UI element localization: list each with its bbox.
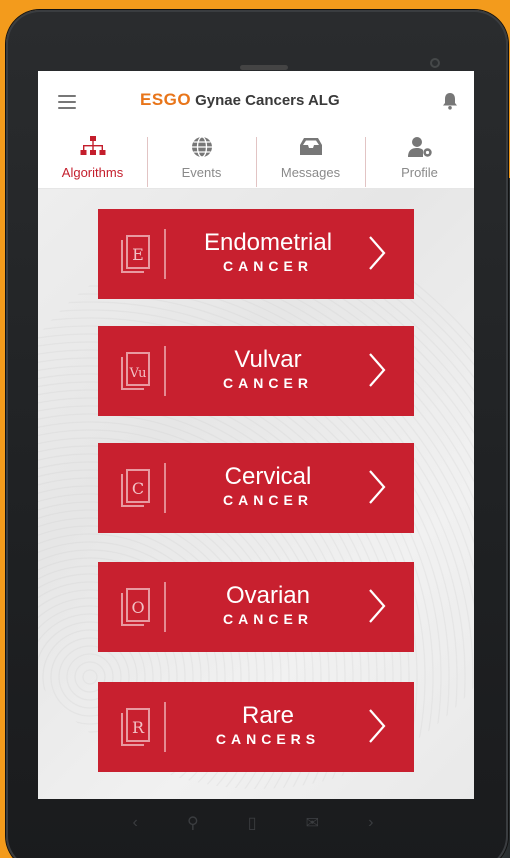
tab-events[interactable]: Events bbox=[147, 131, 256, 188]
chevron-right-icon bbox=[369, 589, 386, 623]
cancer-subtitle: CANCER bbox=[223, 492, 313, 508]
cancer-subtitle: CANCER bbox=[223, 611, 313, 627]
search-icon[interactable]: ⚲ bbox=[187, 813, 199, 833]
cancer-label: Endometrial CANCER bbox=[178, 229, 358, 275]
divider bbox=[164, 582, 166, 632]
globe-icon bbox=[191, 136, 212, 158]
hierarchy-icon bbox=[80, 136, 105, 155]
app-screen: ESGO Gynae Cancers ALG Algorithms Events… bbox=[38, 71, 474, 799]
home-icon[interactable]: ▯ bbox=[248, 813, 257, 833]
hamburger-menu-icon[interactable] bbox=[58, 95, 76, 109]
tab-label: Profile bbox=[401, 165, 438, 180]
bell-icon[interactable] bbox=[442, 92, 458, 110]
cancer-name: Ovarian bbox=[225, 582, 311, 609]
chevron-right-icon bbox=[369, 236, 386, 270]
mail-icon[interactable]: ✉ bbox=[306, 813, 319, 833]
svg-text:C: C bbox=[132, 479, 144, 498]
cancer-subtitle: CANCERS bbox=[215, 731, 321, 747]
tab-label: Events bbox=[181, 165, 222, 180]
divider bbox=[164, 229, 166, 279]
chevron-right-icon bbox=[369, 470, 386, 504]
device-navigation-bar: ‹ ⚲ ▯ ✉ › bbox=[108, 808, 398, 838]
svg-text:R: R bbox=[132, 718, 145, 737]
cancer-name: Endometrial bbox=[203, 229, 333, 256]
algorithm-list: E Endometrial CANCER Vu Vulvar CANCER C … bbox=[38, 189, 474, 799]
tab-messages[interactable]: Messages bbox=[256, 131, 365, 188]
app-brand: ESGO Gynae Cancers ALG bbox=[140, 90, 340, 114]
svg-text:O: O bbox=[131, 598, 144, 617]
cancer-label: Cervical CANCER bbox=[178, 463, 358, 509]
ovarian-cancer-button[interactable]: O Ovarian CANCER bbox=[98, 562, 414, 652]
speaker-grille bbox=[240, 65, 288, 70]
svg-text:E: E bbox=[132, 245, 144, 264]
cancer-name: Cervical bbox=[224, 463, 312, 490]
tab-bar: Algorithms Events Messages Profile bbox=[38, 131, 474, 189]
divider bbox=[164, 463, 166, 513]
tab-label: Messages bbox=[280, 165, 341, 180]
cancer-label: Ovarian CANCER bbox=[178, 582, 358, 628]
svg-text:Vu: Vu bbox=[129, 366, 147, 381]
cancer-subtitle: CANCER bbox=[223, 375, 313, 391]
book-icon: O bbox=[121, 588, 150, 626]
front-camera bbox=[430, 58, 440, 68]
book-icon: E bbox=[121, 235, 150, 273]
user-settings-icon bbox=[407, 137, 432, 157]
vulvar-cancer-button[interactable]: Vu Vulvar CANCER bbox=[98, 326, 414, 416]
app-bar: ESGO Gynae Cancers ALG bbox=[38, 71, 474, 131]
cancer-name: Rare bbox=[241, 702, 295, 729]
book-icon: R bbox=[121, 708, 150, 746]
cancer-label: Vulvar CANCER bbox=[178, 346, 358, 392]
rare-cancers-button[interactable]: R Rare CANCERS bbox=[98, 682, 414, 772]
divider bbox=[164, 702, 166, 752]
forward-icon[interactable]: › bbox=[368, 814, 373, 832]
book-icon: Vu bbox=[121, 352, 150, 390]
cancer-subtitle: CANCER bbox=[223, 258, 313, 274]
inbox-icon bbox=[299, 138, 322, 155]
back-icon[interactable]: ‹ bbox=[133, 814, 138, 832]
chevron-right-icon bbox=[369, 709, 386, 743]
tab-algorithms[interactable]: Algorithms bbox=[38, 131, 147, 188]
cancer-label: Rare CANCERS bbox=[178, 702, 358, 748]
cancer-name: Vulvar bbox=[234, 346, 302, 373]
chevron-right-icon bbox=[369, 353, 386, 387]
book-icon: C bbox=[121, 469, 150, 507]
cervical-cancer-button[interactable]: C Cervical CANCER bbox=[98, 443, 414, 533]
tab-profile[interactable]: Profile bbox=[365, 131, 474, 188]
app-title: Gynae Cancers ALG bbox=[195, 92, 340, 109]
esgo-logo: ESGO bbox=[140, 90, 192, 109]
endometrial-cancer-button[interactable]: E Endometrial CANCER bbox=[98, 209, 414, 299]
divider bbox=[164, 346, 166, 396]
tab-label: Algorithms bbox=[61, 165, 124, 180]
